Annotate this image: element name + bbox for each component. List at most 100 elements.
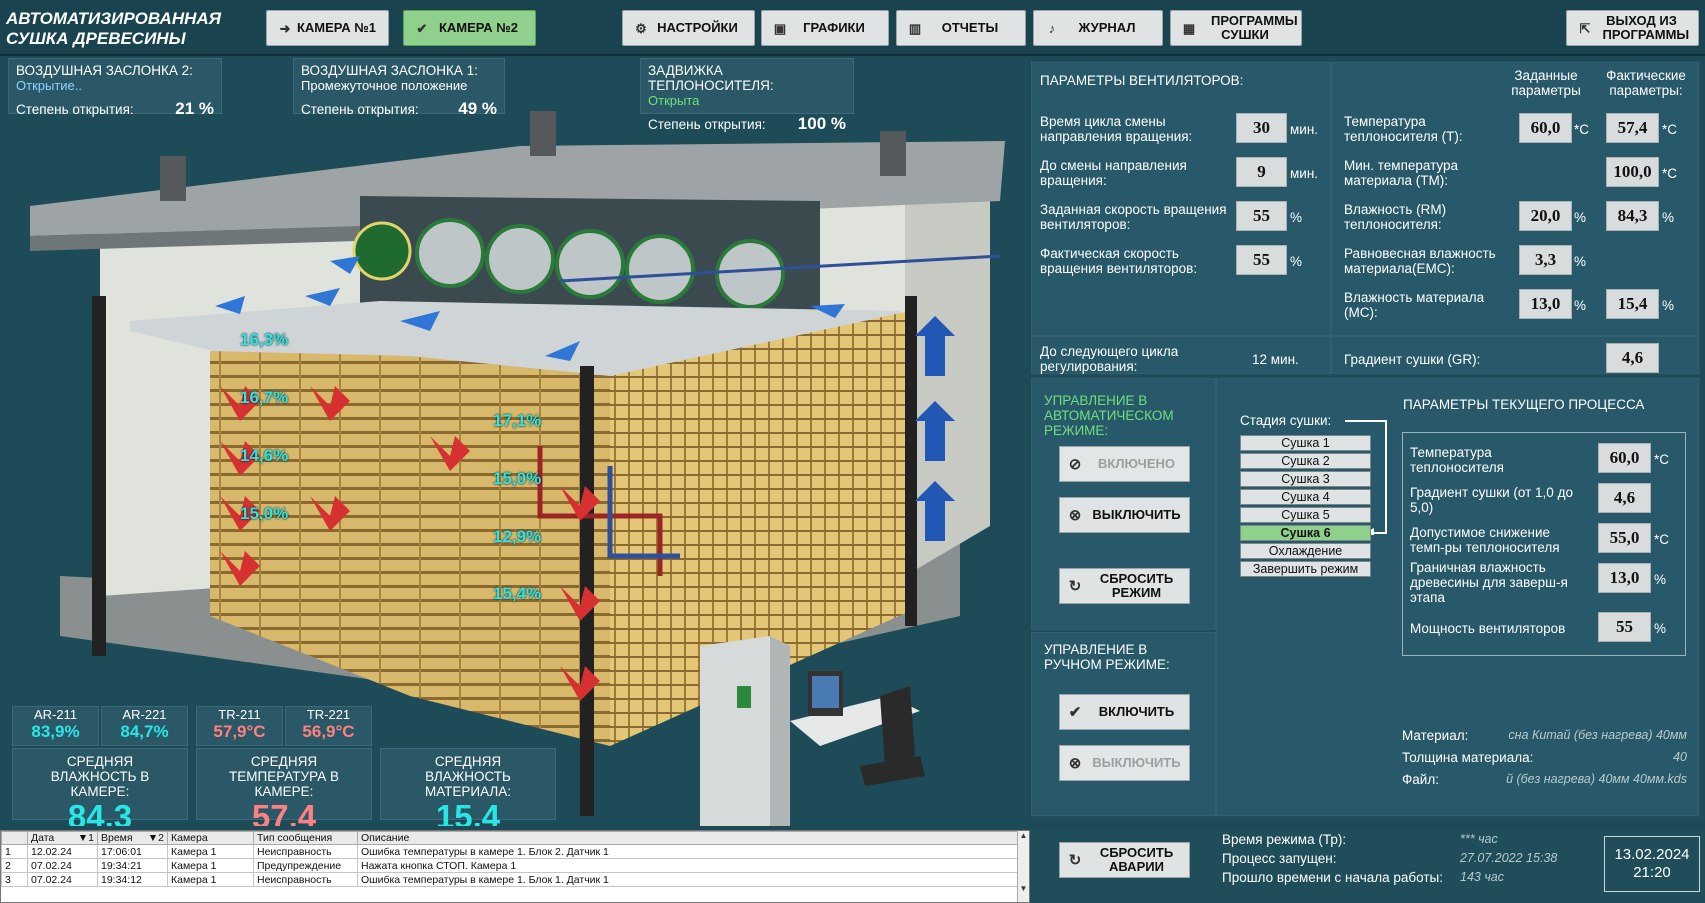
table-row[interactable]: 3 07.02.24 19:34:12 Камера 1 Неисправность Ош…	[1, 872, 1019, 887]
fan-row-4-label: Фактическая скорость вращения вентилятор…	[1040, 246, 1198, 276]
moisture-point-3: 14,6%	[240, 446, 289, 465]
auto-enabled-button[interactable]: ⊘ ВКЛЮЧЕНО	[1059, 446, 1190, 482]
scroll-down-icon[interactable]: ▼	[1018, 884, 1029, 893]
stage-1[interactable]: Сушка 1	[1240, 435, 1371, 451]
process-row-4-label: Граничная влажность древесины для заверш…	[1410, 560, 1568, 605]
charts-button[interactable]: ▣ ГРАФИКИ	[761, 10, 889, 46]
sensor-tr-221: TR-221 56,9°C	[285, 706, 372, 746]
process-boundary-moisture[interactable]: 13,0	[1598, 563, 1651, 593]
settings-button[interactable]: ⚙ НАСТРОЙКИ	[622, 10, 755, 46]
scroll-up-icon[interactable]: ▲	[1018, 831, 1029, 840]
moisture-point-7: 12,9%	[493, 527, 542, 546]
stage-4[interactable]: Сушка 4	[1240, 489, 1371, 505]
air-damper-2-panel: ВОЗДУШНАЯ ЗАСЛОНКА 2: Открытие.. Степень…	[8, 58, 222, 118]
fan-actual-speed-value: 55	[1236, 245, 1287, 275]
stage-label: Стадия сушки:	[1240, 413, 1332, 428]
set-coolant-temp[interactable]: 60,0	[1519, 113, 1572, 143]
coolant-valve-degree-label: Степень открытия:	[648, 117, 766, 132]
sensor-ar-221: AR-221 84,7%	[101, 706, 188, 746]
fan-params-pane	[1031, 62, 1331, 336]
manual-disable-button[interactable]: ⊗ ВЫКЛЮЧИТЬ	[1059, 745, 1190, 781]
moisture-point-1: 16,3%	[240, 330, 289, 349]
col-time[interactable]: Время ▼2	[97, 831, 168, 845]
col-index[interactable]	[1, 831, 28, 845]
process-row-1-label: Температура теплоносителя	[1410, 445, 1504, 475]
param-row-3-label: Влажность (RM) теплоносителя:	[1344, 202, 1447, 232]
stage-2[interactable]: Сушка 2	[1240, 453, 1371, 469]
process-coolant-temp[interactable]: 60,0	[1598, 443, 1651, 473]
thickness-label: Толщина материала:	[1402, 750, 1534, 765]
check-circle-icon: ✔	[1068, 704, 1082, 721]
fan-until-reverse-value[interactable]: 9	[1236, 157, 1287, 187]
set-emc[interactable]: 3,3	[1519, 245, 1572, 275]
avg-material-humidity: СРЕДНЯЯ ВЛАЖНОСТЬ МАТЕРИАЛА: 15,4	[380, 748, 556, 826]
log-scrollbar[interactable]: ▲ ▼	[1017, 831, 1029, 902]
exit-button[interactable]: ⇱ ВЫХОД ИЗ ПРОГРАММЫ	[1566, 10, 1699, 46]
stage-5[interactable]: Сушка 5	[1240, 507, 1371, 523]
fan-row-1-label: Время цикла смены направления вращения:	[1040, 114, 1193, 144]
check-circle-icon: ⊘	[1068, 456, 1082, 473]
table-row[interactable]: 2 07.02.24 19:34:21 Камера 1 Предупреждение Н…	[1, 858, 1019, 873]
reports-button[interactable]: ▥ ОТЧЕТЫ	[896, 10, 1026, 46]
param-row-5-label: Влажность материала (MC):	[1344, 290, 1485, 320]
coolant-valve-title: ЗАДВИЖКА ТЕПЛОНОСИТЕЛЯ:	[648, 63, 774, 93]
actual-material-moisture: 15,4	[1606, 289, 1659, 319]
bell-icon: ♪	[1048, 21, 1056, 36]
set-coolant-humidity[interactable]: 20,0	[1519, 201, 1572, 231]
next-cycle-label: До следующего цикла регулирования:	[1040, 344, 1179, 374]
col-type[interactable]: Тип сообщения	[253, 831, 358, 845]
started-label: Процесс запущен:	[1222, 851, 1337, 866]
coolant-valve-panel: ЗАДВИЖКА ТЕПЛОНОСИТЕЛЯ: Открыта Степень …	[640, 58, 854, 133]
col-date[interactable]: Дата ▼1	[27, 831, 98, 845]
air-damper-1-panel: ВОЗДУШНАЯ ЗАСЛОНКА 1: Промежуточное поло…	[293, 58, 505, 118]
file-label: Файл:	[1402, 772, 1439, 787]
air-damper-2-title: ВОЗДУШНАЯ ЗАСЛОНКА 2:	[16, 63, 193, 78]
process-fan-power[interactable]: 55	[1598, 612, 1651, 642]
mode-time-label: Время режима (Тр):	[1222, 832, 1347, 847]
mode-time-value: *** час	[1460, 832, 1498, 846]
fan-cycle-time-value[interactable]: 30	[1236, 113, 1287, 143]
stage-finish[interactable]: Завершить режим	[1240, 561, 1371, 577]
drying-programs-button[interactable]: ▦ ПРОГРАММЫ СУШКИ	[1170, 10, 1302, 46]
stage-6-selected[interactable]: Сушка 6	[1240, 525, 1371, 541]
moisture-point-4: 15,0%	[240, 504, 289, 523]
sensor-tr-211: TR-211 57,9°C	[196, 706, 283, 746]
coolant-valve-state: Открыта	[648, 93, 700, 108]
reset-alarms-button[interactable]: ↻ СБРОСИТЬ АВАРИИ	[1059, 842, 1190, 878]
air-damper-1-degree-label: Степень открытия:	[301, 102, 419, 117]
air-damper-2-state: Открытие..	[16, 78, 82, 93]
x-circle-icon: ⊗	[1068, 507, 1082, 524]
col-description[interactable]: Описание	[357, 831, 1019, 845]
process-gradient[interactable]: 4,6	[1598, 483, 1651, 513]
external-link-icon: ⇱	[1579, 21, 1591, 36]
camera-1-button[interactable]: ➜ КАМЕРА №1	[266, 10, 389, 46]
reset-mode-button[interactable]: ↻ СБРОСИТЬ РЕЖИМ	[1059, 568, 1190, 604]
event-log-table: Дата ▼1 Время ▼2 Камера Тип сообщения Опис…	[1, 831, 1019, 887]
air-damper-1-state: Промежуточное положение	[301, 78, 468, 93]
auto-disable-button[interactable]: ⊗ ВЫКЛЮЧИТЬ	[1059, 497, 1190, 533]
process-row-2-label: Градиент сушки (от 1,0 до 5,0)	[1410, 485, 1573, 515]
air-damper-1-title: ВОЗДУШНАЯ ЗАСЛОНКА 1:	[301, 63, 478, 78]
manual-enable-button[interactable]: ✔ ВКЛЮЧИТЬ	[1059, 694, 1190, 730]
moisture-point-6: 15,0%	[493, 469, 542, 488]
stage-cooling[interactable]: Охлаждение	[1240, 543, 1371, 559]
gradient-label: Градиент сушки (GR):	[1344, 352, 1481, 367]
camera-2-button[interactable]: ✔ КАМЕРА №2	[403, 10, 536, 46]
next-cycle-value: 12 мин.	[1252, 352, 1299, 367]
fan-set-speed-value[interactable]: 55	[1236, 201, 1287, 231]
process-row-5-label: Мощность вентиляторов	[1410, 621, 1566, 636]
param-row-1-label: Температура теплоносителя (T):	[1344, 114, 1463, 144]
sort-desc-icon: ▼1	[77, 832, 94, 844]
arrow-right-circle-icon: ➜	[279, 21, 291, 36]
set-material-moisture[interactable]: 13,0	[1519, 289, 1572, 319]
stage-3[interactable]: Сушка 3	[1240, 471, 1371, 487]
process-allowed-drop[interactable]: 55,0	[1598, 523, 1651, 553]
fan-row-2-label: До смены направления вращения:	[1040, 158, 1187, 188]
table-row[interactable]: 1 12.02.24 17:06:01 Камера 1 Неисправность Ош…	[1, 844, 1019, 859]
journal-button[interactable]: ♪ ЖУРНАЛ	[1033, 10, 1163, 46]
moisture-point-2: 16,7%	[240, 388, 289, 407]
elapsed-value: 143 час	[1460, 870, 1505, 884]
event-log[interactable]: Дата ▼1 Время ▼2 Камера Тип сообщения Опис…	[0, 830, 1030, 903]
col-camera[interactable]: Камера	[167, 831, 254, 845]
air-damper-2-degree-label: Степень открытия:	[16, 102, 134, 117]
